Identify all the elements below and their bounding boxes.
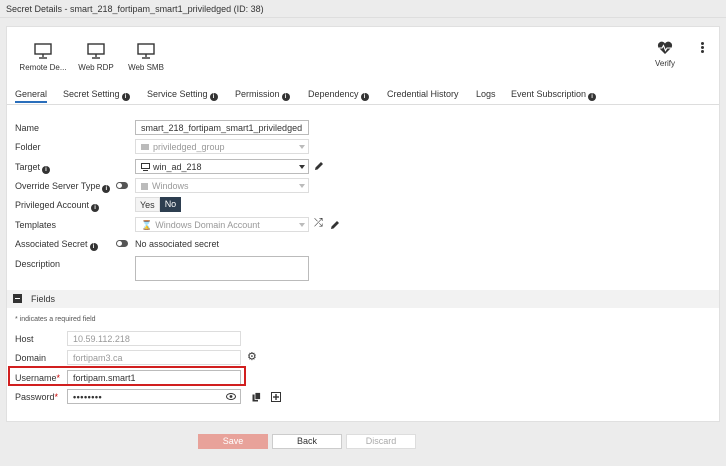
discard-button[interactable]: Discard xyxy=(346,434,416,449)
templates-select[interactable]: ⌛ Windows Domain Account xyxy=(135,217,309,232)
override-server-type-label: Override Server Type i xyxy=(15,181,111,193)
tab-logs[interactable]: Logs xyxy=(476,89,496,99)
password-input[interactable]: •••••••• xyxy=(67,389,241,404)
tab-credential-history[interactable]: Credential History xyxy=(387,89,459,99)
info-icon: i xyxy=(121,93,130,101)
heartbeat-icon xyxy=(657,41,673,54)
fields-section-title: Fields xyxy=(31,294,56,304)
templates-label: Templates xyxy=(15,220,57,230)
hourglass-icon: ⌛ xyxy=(141,220,153,230)
tab-general[interactable]: General xyxy=(15,89,48,103)
required-note: * indicates a required field xyxy=(15,316,96,323)
back-button[interactable]: Back xyxy=(272,434,342,449)
monitor-icon xyxy=(137,43,155,59)
add-square-icon[interactable] xyxy=(271,392,281,402)
chevron-down-icon xyxy=(299,145,305,149)
override-server-type-toggle[interactable] xyxy=(116,182,128,189)
chevron-down-icon xyxy=(299,223,305,227)
info-icon: i xyxy=(89,243,98,251)
password-label: Password* xyxy=(15,392,59,402)
verify-button[interactable]: Verify xyxy=(647,41,683,68)
window-titlebar: Secret Details - smart_218_fortipam_smar… xyxy=(0,0,726,18)
name-input[interactable]: smart_218_fortipam_smart1_priviledged xyxy=(135,120,309,135)
required-asterisk: * xyxy=(54,392,59,402)
target-select[interactable]: win_ad_218 xyxy=(135,159,309,174)
description-label: Description xyxy=(15,259,61,269)
domain-input[interactable]: fortipam3.ca xyxy=(67,350,241,365)
host-input[interactable]: 10.59.112.218 xyxy=(67,331,241,346)
info-icon: i xyxy=(209,93,218,101)
target-label: Target i xyxy=(15,162,51,174)
windows-icon xyxy=(141,183,148,190)
associated-secret-label: Associated Secret i xyxy=(15,239,98,251)
monitor-icon xyxy=(141,163,150,171)
associated-secret-value: No associated secret xyxy=(135,239,220,249)
secret-details-panel: Remote De... Web RDP Web SMB Verify Gene… xyxy=(6,26,720,422)
tab-bar: General Secret Setting i Service Setting i… xyxy=(7,85,719,105)
web-rdp-label: Web RDP xyxy=(78,63,114,72)
verify-label: Verify xyxy=(654,59,675,68)
monitor-icon xyxy=(34,43,52,59)
remote-desktop-label: Remote De... xyxy=(19,63,67,72)
remote-desktop-button[interactable]: Remote De... xyxy=(19,43,67,72)
info-icon: i xyxy=(91,204,100,212)
host-label: Host xyxy=(15,334,34,344)
privileged-account-toggle: Yes No xyxy=(135,197,182,212)
privileged-no-option[interactable]: No xyxy=(159,197,182,212)
edit-pencil-icon[interactable] xyxy=(314,161,324,171)
copy-icon[interactable] xyxy=(252,392,261,402)
collapse-icon[interactable] xyxy=(13,294,22,303)
web-rdp-button[interactable]: Web RDP xyxy=(75,43,117,72)
chevron-down-icon xyxy=(299,184,305,188)
more-options-icon[interactable] xyxy=(699,41,705,55)
tab-dependency[interactable]: Dependency i xyxy=(308,89,369,101)
tab-service-setting[interactable]: Service Setting i xyxy=(147,89,218,101)
window-title: Secret Details - smart_218_fortipam_smar… xyxy=(6,4,264,14)
eye-icon[interactable] xyxy=(226,393,236,400)
folder-icon xyxy=(141,144,149,150)
domain-label: Domain xyxy=(15,353,47,363)
associated-secret-toggle[interactable] xyxy=(116,240,128,247)
monitor-icon xyxy=(87,43,105,59)
fields-section-header[interactable]: Fields xyxy=(7,290,719,308)
tab-permission[interactable]: Permission i xyxy=(235,89,290,101)
web-smb-label: Web SMB xyxy=(128,63,164,72)
info-icon: i xyxy=(102,185,111,193)
folder-select[interactable]: priviledged_group xyxy=(135,139,309,154)
server-type-select[interactable]: Windows xyxy=(135,178,309,193)
gear-icon[interactable]: ⚙ xyxy=(247,350,257,363)
folder-label: Folder xyxy=(15,142,41,152)
info-icon: i xyxy=(42,166,51,174)
username-highlight-box xyxy=(8,366,246,386)
save-button[interactable]: Save xyxy=(198,434,268,449)
name-label: Name xyxy=(15,123,40,133)
privileged-account-label: Privileged Account i xyxy=(15,200,100,212)
info-icon: i xyxy=(281,93,290,101)
description-textarea[interactable] xyxy=(135,256,309,281)
tab-secret-setting[interactable]: Secret Setting i xyxy=(63,89,130,101)
chevron-down-icon xyxy=(299,165,305,169)
web-smb-button[interactable]: Web SMB xyxy=(125,43,167,72)
privileged-yes-option[interactable]: Yes xyxy=(135,197,160,212)
info-icon: i xyxy=(588,93,597,101)
info-icon: i xyxy=(360,93,369,101)
shuffle-icon[interactable]: ⤮ xyxy=(314,217,323,230)
tab-event-subscription[interactable]: Event Subscription i xyxy=(511,89,597,101)
edit-pencil-icon[interactable] xyxy=(330,220,340,230)
